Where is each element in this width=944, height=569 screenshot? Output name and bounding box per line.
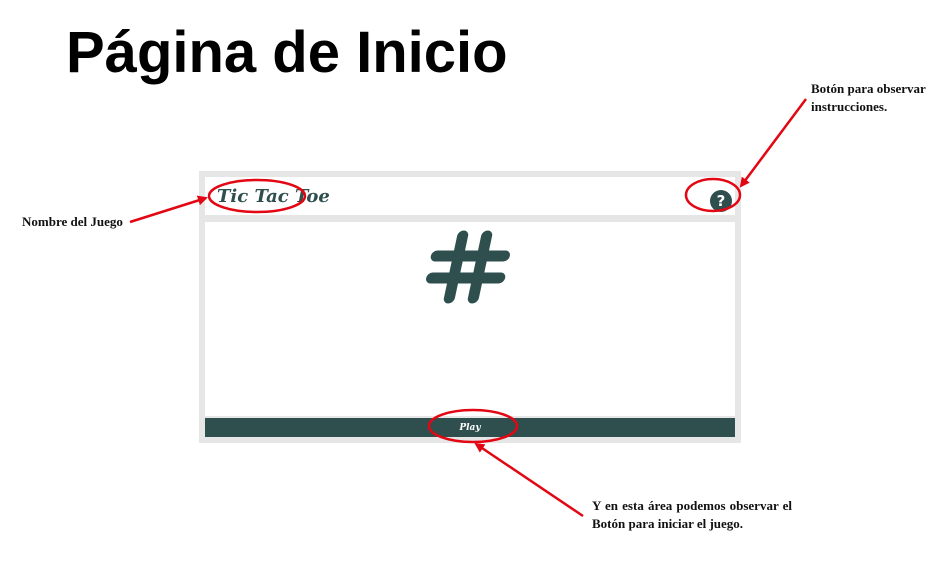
annotation-overlay <box>129 98 808 518</box>
game-name-arrow <box>129 195 208 224</box>
play-button-arrow <box>474 442 584 518</box>
help-button-arrow <box>739 98 808 188</box>
help-button-highlight <box>684 177 742 213</box>
game-name-highlight <box>207 178 307 214</box>
play-button-highlight <box>427 408 519 444</box>
